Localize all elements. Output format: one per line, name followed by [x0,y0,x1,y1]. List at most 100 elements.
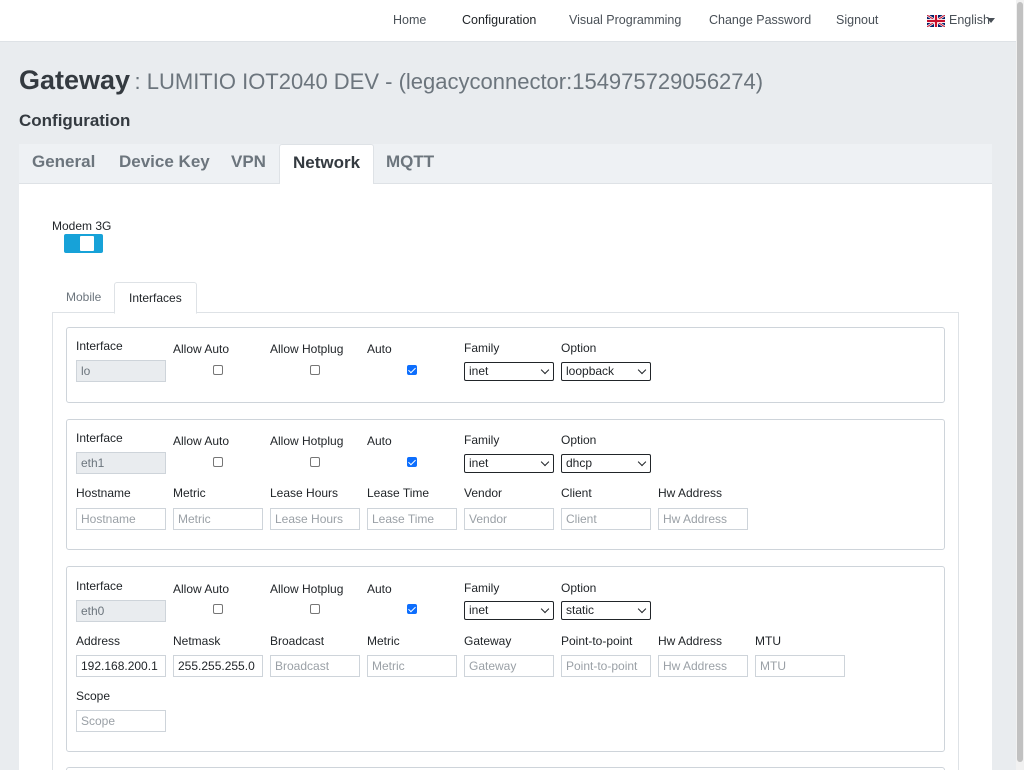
hostname-input[interactable] [76,508,166,530]
allow-hotplug-checkbox[interactable] [310,365,320,375]
tab-vpn[interactable]: VPN [218,144,279,184]
option-select[interactable]: loopback [561,362,651,381]
language-dropdown[interactable]: English [949,13,990,27]
gateway-input[interactable] [464,655,554,677]
address-input[interactable] [76,655,166,677]
nav-change-password[interactable]: Change Password [709,13,811,27]
chevron-down-icon [540,604,550,614]
tab-general[interactable]: General [19,144,108,184]
netmask-input[interactable] [173,655,263,677]
chevron-down-icon [540,457,550,467]
tab-device-key[interactable]: Device Key [106,144,223,184]
tab-mqtt[interactable]: MQTT [373,144,447,184]
option-select[interactable]: static [561,601,651,620]
option-select[interactable]: dhcp [561,454,651,473]
interface-label: Interface [76,431,123,445]
metric-input[interactable] [173,508,263,530]
scrollbar[interactable] [1016,0,1024,770]
allow-auto-checkbox[interactable] [213,604,223,614]
family-select[interactable]: inet [464,601,554,620]
broadcast-input[interactable] [270,655,360,677]
allow-hotplug-label: Allow Hotplug [270,582,344,596]
subtab-mobile[interactable]: Mobile [52,282,115,313]
scope-label: Scope [76,689,111,703]
toggle-knob [80,236,94,251]
vendor-input[interactable] [464,508,554,530]
broadcast-label: Broadcast [270,634,325,648]
allow-hotplug-label: Allow Hotplug [270,342,344,356]
hostname-label: Hostname [76,486,131,500]
allow-hotplug-checkbox[interactable] [310,604,320,614]
allow-hotplug-checkbox[interactable] [310,457,320,467]
family-select-value: inet [469,603,489,617]
option-label: Option [561,341,597,355]
nav-signout[interactable]: Signout [836,13,878,27]
auto-checkbox[interactable] [407,457,417,467]
family-select-value: inet [469,456,489,470]
auto-label: Auto [367,434,392,448]
interface-name-input[interactable] [76,452,166,474]
family-select[interactable]: inet [464,454,554,473]
allow-auto-label: Allow Auto [173,342,230,356]
mtu-label: MTU [755,634,781,648]
allow-hotplug-label: Allow Hotplug [270,434,344,448]
subtabs: Mobile Interfaces [52,282,959,314]
page-title-subtitle: : LUMITIO IOT2040 DEV - (legacyconnector… [134,69,764,94]
option-label: Option [561,433,597,447]
option-label: Option [561,581,597,595]
client-input[interactable] [561,508,651,530]
subtab-interfaces[interactable]: Interfaces [114,282,197,314]
family-select[interactable]: inet [464,362,554,381]
caret-down-icon[interactable] [987,18,995,23]
interface-label: Interface [76,339,123,353]
page-title: Gateway : LUMITIO IOT2040 DEV - (legacyc… [19,65,763,96]
tab-network[interactable]: Network [279,144,375,185]
allow-auto-checkbox[interactable] [213,365,223,375]
hw-address-label: Hw Address [658,634,723,648]
family-label: Family [464,581,500,595]
metric-label: Metric [173,486,206,500]
interface-label: Interface [76,579,123,593]
family-label: Family [464,433,500,447]
lease-hours-input[interactable] [270,508,360,530]
hw-address-input[interactable] [658,655,748,677]
lease-time-label: Lease Time [367,486,430,500]
page-title-main: Gateway [19,65,131,95]
option-select-value: dhcp [566,456,593,470]
chevron-down-icon [637,365,647,375]
lease-time-input[interactable] [367,508,457,530]
interface-name-input[interactable] [76,600,166,622]
family-select-value: inet [469,364,489,378]
nav-visual-programming[interactable]: Visual Programming [569,13,681,27]
modem-toggle[interactable] [64,234,103,253]
point-to-point-input[interactable] [561,655,651,677]
interface-name-input[interactable] [76,360,166,382]
auto-checkbox[interactable] [407,604,417,614]
address-label: Address [76,634,121,648]
main-tabbar: General Device Key VPN Network MQTT [19,144,992,185]
option-select-value: static [566,603,595,617]
nav-home[interactable]: Home [393,13,426,27]
auto-checkbox[interactable] [407,365,417,375]
hw-address-label: Hw Address [658,486,723,500]
scrollbar-thumb[interactable] [1017,2,1023,762]
family-label: Family [464,341,500,355]
section-title: Configuration [19,111,131,130]
hw-address-input[interactable] [658,508,748,530]
vendor-label: Vendor [464,486,503,500]
nav-configuration[interactable]: Configuration [462,13,536,27]
uk-flag-icon[interactable] [926,14,946,28]
chevron-down-icon [637,457,647,467]
scope-input[interactable] [76,710,166,732]
mtu-input[interactable] [755,655,845,677]
chevron-down-icon [637,604,647,614]
modem-label: Modem 3G [52,219,112,233]
allow-auto-label: Allow Auto [173,434,230,448]
allow-auto-checkbox[interactable] [213,457,223,467]
auto-label: Auto [367,342,392,356]
option-select-value: loopback [566,364,615,378]
netmask-label: Netmask [173,634,221,648]
metric-input[interactable] [367,655,457,677]
gateway-label: Gateway [464,634,512,648]
top-navbar: Home Configuration Visual Programming Ch… [0,0,1016,42]
